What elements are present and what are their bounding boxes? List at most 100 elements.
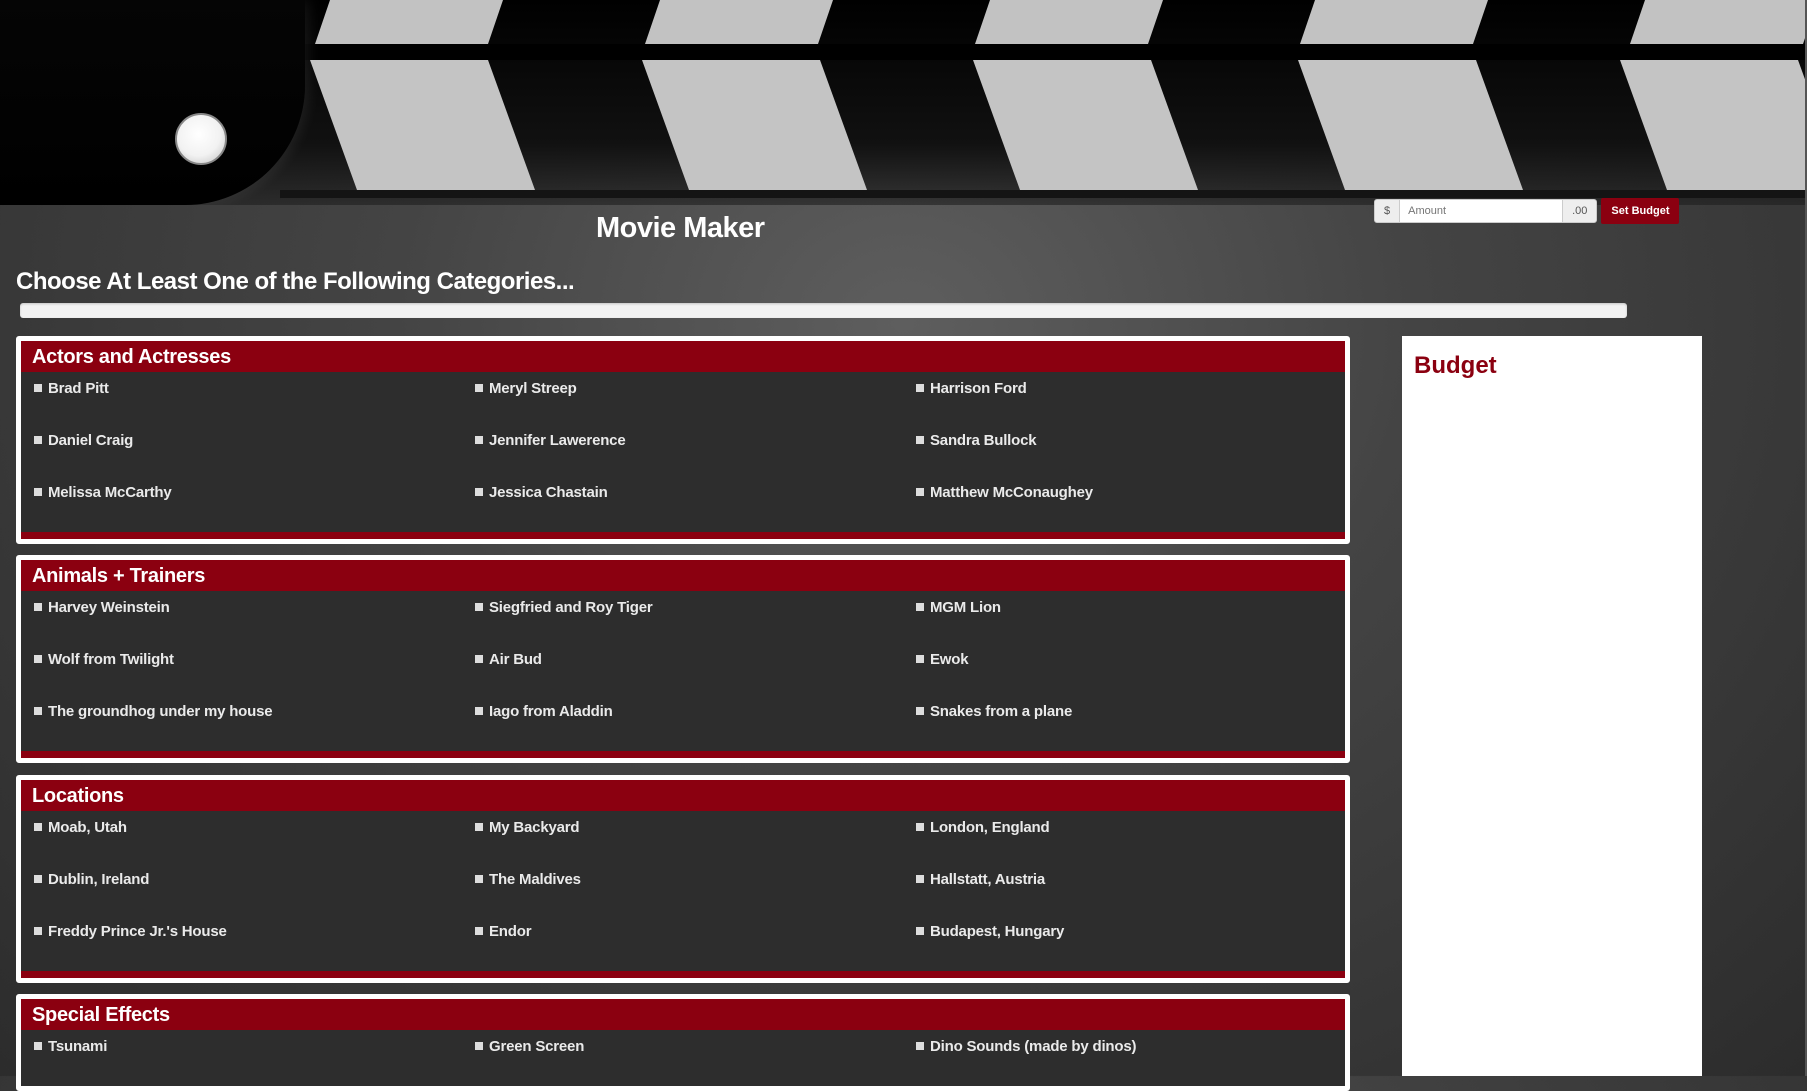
category-option[interactable]: Hallstatt, Austria xyxy=(916,867,1345,891)
square-bullet-icon xyxy=(475,655,483,663)
category-title: Animals + Trainers xyxy=(21,560,1345,591)
progress-bar xyxy=(20,303,1627,318)
option-label: The Maldives xyxy=(489,870,581,888)
clapperboard-banner xyxy=(0,0,1807,205)
option-label: The groundhog under my house xyxy=(48,702,273,720)
square-bullet-icon xyxy=(916,488,924,496)
category-option[interactable]: Matthew McConaughey xyxy=(916,480,1345,504)
category-option[interactable]: Ewok xyxy=(916,647,1345,671)
option-label: Air Bud xyxy=(489,650,542,668)
square-bullet-icon xyxy=(916,436,924,444)
square-bullet-icon xyxy=(34,384,42,392)
square-bullet-icon xyxy=(34,707,42,715)
clapper-stripe xyxy=(1300,0,1488,44)
category-option[interactable]: Wolf from Twilight xyxy=(34,647,475,671)
clapper-stripe xyxy=(310,60,535,190)
square-bullet-icon xyxy=(916,875,924,883)
category-option[interactable]: Iago from Aladdin xyxy=(475,699,916,723)
square-bullet-icon xyxy=(475,823,483,831)
clapper-stripe xyxy=(1620,60,1807,190)
category-options: Moab, Utah My Backyard London, England Dubl… xyxy=(21,811,1345,971)
square-bullet-icon xyxy=(34,488,42,496)
category-option[interactable]: Jessica Chastain xyxy=(475,480,916,504)
square-bullet-icon xyxy=(475,603,483,611)
page-title: Movie Maker xyxy=(596,212,765,244)
budget-form: $ .00 Set Budget xyxy=(1374,198,1680,224)
clapper-stripe xyxy=(1630,0,1807,44)
clapper-stripe xyxy=(973,60,1198,190)
budget-heading: Budget xyxy=(1414,352,1497,379)
square-bullet-icon xyxy=(916,707,924,715)
category-option[interactable]: Sandra Bullock xyxy=(916,428,1345,452)
category-option[interactable]: Harrison Ford xyxy=(916,376,1345,400)
category-option[interactable]: Brad Pitt xyxy=(34,376,475,400)
square-bullet-icon xyxy=(475,436,483,444)
category-option[interactable]: Daniel Craig xyxy=(34,428,475,452)
category-panel: Special Effects Tsunami Green Screen Dino S… xyxy=(16,994,1350,1091)
square-bullet-icon xyxy=(34,603,42,611)
square-bullet-icon xyxy=(34,927,42,935)
category-option[interactable]: London, England xyxy=(916,815,1345,839)
category-footer xyxy=(21,532,1345,539)
option-label: Daniel Craig xyxy=(48,431,134,449)
category-title: Locations xyxy=(21,780,1345,811)
category-footer xyxy=(21,971,1345,978)
category-option[interactable]: The groundhog under my house xyxy=(34,699,475,723)
square-bullet-icon xyxy=(34,655,42,663)
category-option[interactable]: The Maldives xyxy=(475,867,916,891)
option-label: Jennifer Lawerence xyxy=(489,431,626,449)
category-option[interactable]: Budapest, Hungary xyxy=(916,919,1345,943)
option-label: Freddy Prince Jr.'s House xyxy=(48,922,227,940)
square-bullet-icon xyxy=(475,927,483,935)
category-option[interactable]: Meryl Streep xyxy=(475,376,916,400)
category-option[interactable]: Dino Sounds (made by dinos) xyxy=(916,1034,1345,1058)
category-panel: Locations Moab, Utah My Backyard London, En… xyxy=(16,775,1350,983)
category-title: Actors and Actresses xyxy=(21,341,1345,372)
option-label: Wolf from Twilight xyxy=(48,650,174,668)
square-bullet-icon xyxy=(916,603,924,611)
category-option[interactable]: Harvey Weinstein xyxy=(34,595,475,619)
category-option[interactable]: Freddy Prince Jr.'s House xyxy=(34,919,475,943)
option-label: My Backyard xyxy=(489,818,580,836)
option-label: Melissa McCarthy xyxy=(48,483,172,501)
category-option[interactable]: Jennifer Lawerence xyxy=(475,428,916,452)
category-option[interactable]: Moab, Utah xyxy=(34,815,475,839)
cents-addon: .00 xyxy=(1562,199,1598,223)
category-title: Special Effects xyxy=(21,999,1345,1030)
option-label: Harrison Ford xyxy=(930,379,1027,397)
option-label: Tsunami xyxy=(48,1037,108,1055)
instructions-heading: Choose At Least One of the Following Cat… xyxy=(16,268,575,295)
category-option[interactable]: Endor xyxy=(475,919,916,943)
category-option[interactable]: My Backyard xyxy=(475,815,916,839)
clapper-hinge xyxy=(0,0,305,205)
option-label: Endor xyxy=(489,922,532,940)
clapper-stripe xyxy=(1298,60,1523,190)
clapper-stripe xyxy=(315,0,503,44)
option-label: Siegfried and Roy Tiger xyxy=(489,598,653,616)
set-budget-button[interactable]: Set Budget xyxy=(1601,198,1680,224)
square-bullet-icon xyxy=(916,1042,924,1050)
category-option[interactable]: Tsunami xyxy=(34,1034,475,1058)
option-label: London, England xyxy=(930,818,1050,836)
option-label: Dino Sounds (made by dinos) xyxy=(930,1037,1137,1055)
category-option[interactable]: Green Screen xyxy=(475,1034,916,1058)
currency-addon: $ xyxy=(1374,199,1401,223)
category-option[interactable]: Dublin, Ireland xyxy=(34,867,475,891)
option-label: Ewok xyxy=(930,650,969,668)
category-option[interactable]: Siegfried and Roy Tiger xyxy=(475,595,916,619)
clapper-stripe xyxy=(642,60,867,190)
budget-amount-input[interactable] xyxy=(1400,199,1563,223)
option-label: Sandra Bullock xyxy=(930,431,1037,449)
option-label: Dublin, Ireland xyxy=(48,870,150,888)
category-option[interactable]: Snakes from a plane xyxy=(916,699,1345,723)
category-panel: Animals + Trainers Harvey Weinstein Siegfr… xyxy=(16,555,1350,763)
option-label: Brad Pitt xyxy=(48,379,109,397)
option-label: Iago from Aladdin xyxy=(489,702,613,720)
category-option[interactable]: Melissa McCarthy xyxy=(34,480,475,504)
square-bullet-icon xyxy=(34,436,42,444)
category-options: Brad Pitt Meryl Streep Harrison Ford Daniel… xyxy=(21,372,1345,532)
category-option[interactable]: Air Bud xyxy=(475,647,916,671)
category-option[interactable]: MGM Lion xyxy=(916,595,1345,619)
option-label: MGM Lion xyxy=(930,598,1001,616)
option-label: Hallstatt, Austria xyxy=(930,870,1046,888)
